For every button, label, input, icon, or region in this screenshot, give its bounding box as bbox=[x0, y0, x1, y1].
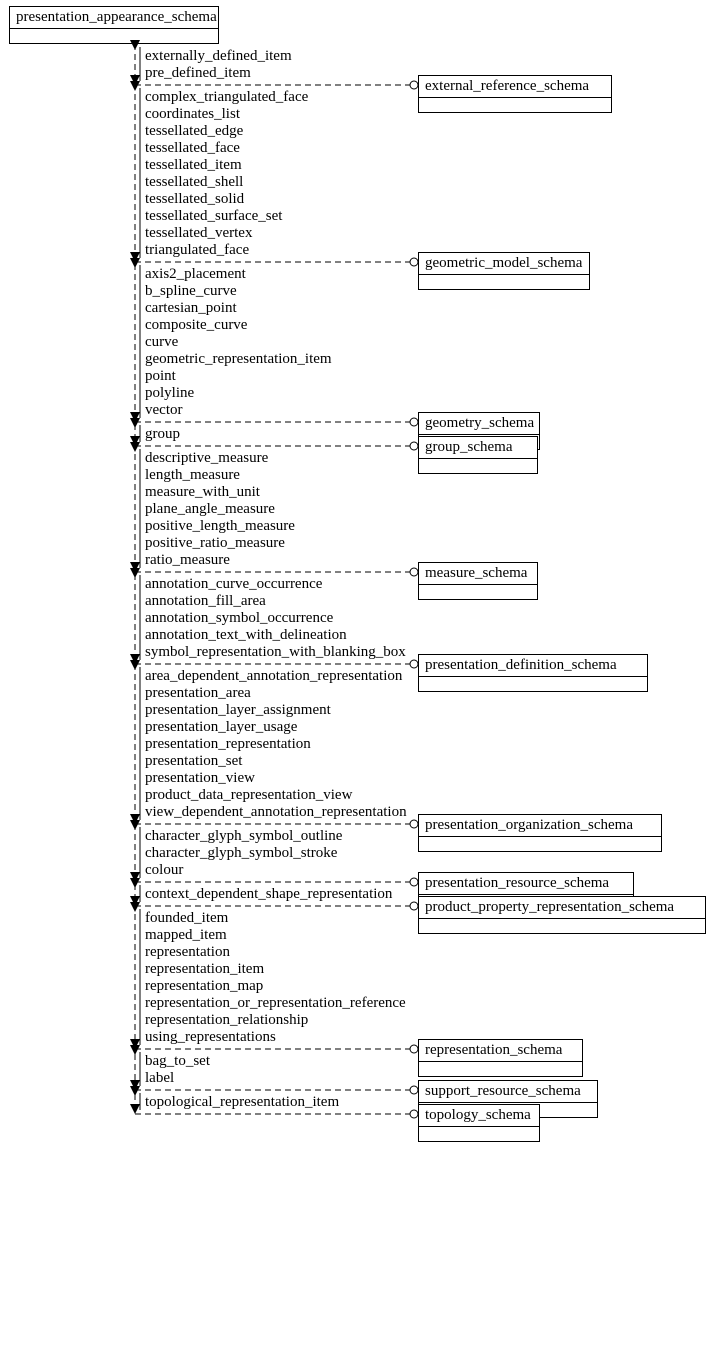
import-item: presentation_view bbox=[145, 770, 407, 787]
import-item: presentation_layer_usage bbox=[145, 719, 407, 736]
import-item: vector bbox=[145, 402, 332, 419]
import-item: measure_with_unit bbox=[145, 484, 295, 501]
import-item: presentation_representation bbox=[145, 736, 407, 753]
target-schema-box: group_schema bbox=[418, 436, 538, 474]
import-item-list: externally_defined_itempre_defined_item bbox=[145, 48, 292, 82]
source-schema-box: presentation_appearance_schema bbox=[9, 6, 219, 44]
import-item-list: group bbox=[145, 426, 180, 443]
import-item: curve bbox=[145, 334, 332, 351]
import-item: ratio_measure bbox=[145, 552, 295, 569]
target-schema-title: measure_schema bbox=[419, 563, 537, 585]
import-item: axis2_placement bbox=[145, 266, 332, 283]
import-item-list: bag_to_setlabel bbox=[145, 1053, 210, 1087]
target-schema-title: presentation_organization_schema bbox=[419, 815, 661, 837]
import-item: tessellated_face bbox=[145, 140, 308, 157]
target-schema-title: support_resource_schema bbox=[419, 1081, 597, 1103]
target-schema-box: presentation_definition_schema bbox=[418, 654, 648, 692]
source-schema-title: presentation_appearance_schema bbox=[10, 7, 218, 29]
import-item: group bbox=[145, 426, 180, 443]
import-item-list: context_dependent_shape_representation bbox=[145, 886, 392, 903]
import-item-list: character_glyph_symbol_outlinecharacter_… bbox=[145, 828, 342, 879]
import-item: representation_map bbox=[145, 978, 406, 995]
import-item: cartesian_point bbox=[145, 300, 332, 317]
target-schema-title: presentation_definition_schema bbox=[419, 655, 647, 677]
import-item: annotation_fill_area bbox=[145, 593, 406, 610]
import-item: representation_relationship bbox=[145, 1012, 406, 1029]
import-item: label bbox=[145, 1070, 210, 1087]
import-item-list: annotation_curve_occurrenceannotation_fi… bbox=[145, 576, 406, 661]
target-schema-title: geometric_model_schema bbox=[419, 253, 589, 275]
import-item: geometric_representation_item bbox=[145, 351, 332, 368]
import-item: coordinates_list bbox=[145, 106, 308, 123]
import-item: annotation_symbol_occurrence bbox=[145, 610, 406, 627]
target-schema-box: external_reference_schema bbox=[418, 75, 612, 113]
target-schema-box: presentation_organization_schema bbox=[418, 814, 662, 852]
target-schema-title: geometry_schema bbox=[419, 413, 539, 435]
import-item: composite_curve bbox=[145, 317, 332, 334]
import-item: context_dependent_shape_representation bbox=[145, 886, 392, 903]
target-schema-title: presentation_resource_schema bbox=[419, 873, 633, 895]
import-item: b_spline_curve bbox=[145, 283, 332, 300]
import-item: presentation_area bbox=[145, 685, 407, 702]
import-item: point bbox=[145, 368, 332, 385]
import-item: character_glyph_symbol_outline bbox=[145, 828, 342, 845]
import-item: character_glyph_symbol_stroke bbox=[145, 845, 342, 862]
import-item: tessellated_edge bbox=[145, 123, 308, 140]
target-schema-box: measure_schema bbox=[418, 562, 538, 600]
target-schema-box: representation_schema bbox=[418, 1039, 583, 1077]
import-item: area_dependent_annotation_representation bbox=[145, 668, 407, 685]
import-item: polyline bbox=[145, 385, 332, 402]
import-item: plane_angle_measure bbox=[145, 501, 295, 518]
target-schema-box: geometric_model_schema bbox=[418, 252, 590, 290]
import-item-list: axis2_placementb_spline_curvecartesian_p… bbox=[145, 266, 332, 419]
target-schema-title: product_property_representation_schema bbox=[419, 897, 705, 919]
import-item-list: topological_representation_item bbox=[145, 1094, 339, 1111]
target-schema-title: external_reference_schema bbox=[419, 76, 611, 98]
import-item: complex_triangulated_face bbox=[145, 89, 308, 106]
import-item: representation bbox=[145, 944, 406, 961]
import-item: tessellated_shell bbox=[145, 174, 308, 191]
import-item: descriptive_measure bbox=[145, 450, 295, 467]
import-item: symbol_representation_with_blanking_box bbox=[145, 644, 406, 661]
target-schema-title: topology_schema bbox=[419, 1105, 539, 1127]
import-item: tessellated_vertex bbox=[145, 225, 308, 242]
import-item: annotation_curve_occurrence bbox=[145, 576, 406, 593]
import-item: product_data_representation_view bbox=[145, 787, 407, 804]
import-item: length_measure bbox=[145, 467, 295, 484]
import-item: triangulated_face bbox=[145, 242, 308, 259]
target-schema-box: product_property_representation_schema bbox=[418, 896, 706, 934]
import-item-list: area_dependent_annotation_representation… bbox=[145, 668, 407, 821]
import-item-list: founded_itemmapped_itemrepresentationrep… bbox=[145, 910, 406, 1046]
import-item: tessellated_surface_set bbox=[145, 208, 308, 225]
import-item: bag_to_set bbox=[145, 1053, 210, 1070]
import-item-list: complex_triangulated_facecoordinates_lis… bbox=[145, 89, 308, 259]
target-schema-box: topology_schema bbox=[418, 1104, 540, 1142]
import-item: using_representations bbox=[145, 1029, 406, 1046]
import-item: positive_length_measure bbox=[145, 518, 295, 535]
import-item: pre_defined_item bbox=[145, 65, 292, 82]
import-item: representation_item bbox=[145, 961, 406, 978]
import-item: topological_representation_item bbox=[145, 1094, 339, 1111]
import-item-list: descriptive_measurelength_measuremeasure… bbox=[145, 450, 295, 569]
import-item: externally_defined_item bbox=[145, 48, 292, 65]
import-item: view_dependent_annotation_representation bbox=[145, 804, 407, 821]
import-item: presentation_layer_assignment bbox=[145, 702, 407, 719]
import-item: representation_or_representation_referen… bbox=[145, 995, 406, 1012]
import-item: annotation_text_with_delineation bbox=[145, 627, 406, 644]
import-item: mapped_item bbox=[145, 927, 406, 944]
import-item: tessellated_item bbox=[145, 157, 308, 174]
import-item: tessellated_solid bbox=[145, 191, 308, 208]
import-item: positive_ratio_measure bbox=[145, 535, 295, 552]
import-item: presentation_set bbox=[145, 753, 407, 770]
import-item: colour bbox=[145, 862, 342, 879]
target-schema-title: representation_schema bbox=[419, 1040, 582, 1062]
target-schema-title: group_schema bbox=[419, 437, 537, 459]
import-item: founded_item bbox=[145, 910, 406, 927]
